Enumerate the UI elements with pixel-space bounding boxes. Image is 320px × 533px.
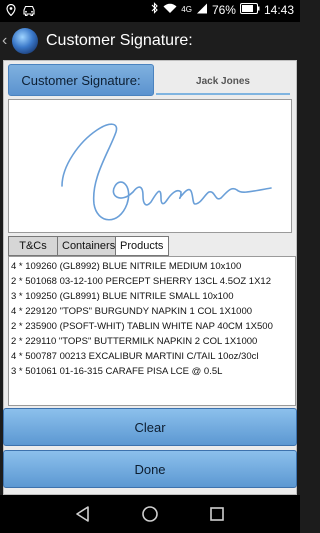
battery-icon <box>239 2 260 17</box>
network-label: 4G <box>181 4 192 14</box>
navigation-bar <box>0 495 300 533</box>
customer-signature-label-button[interactable]: Customer Signature: <box>8 64 154 96</box>
list-item[interactable]: 3 * 501061 01-16-315 CARAFE PISA LCE @ 0… <box>9 364 295 379</box>
signature-canvas[interactable] <box>8 99 292 233</box>
customer-name-input[interactable] <box>156 69 290 95</box>
back-triangle-icon[interactable] <box>74 505 92 528</box>
bluetooth-icon <box>151 2 159 17</box>
list-item[interactable]: 4 * 500787 00213 EXCALIBUR MARTINI C/TAI… <box>9 349 295 364</box>
list-item[interactable]: 2 * 235900 (PSOFT-WHIT) TABLIN WHITE NAP… <box>9 319 295 334</box>
list-item[interactable]: 4 * 109260 (GL8992) BLUE NITRILE MEDIUM … <box>9 259 295 274</box>
tab-containers[interactable]: Containers <box>57 236 116 256</box>
status-bar: 4G 76% 14:43 <box>0 0 300 22</box>
signature-stroke <box>61 123 272 221</box>
recents-square-icon[interactable] <box>208 505 226 528</box>
location-icon <box>6 3 16 21</box>
tab-products[interactable]: Products <box>115 236 169 256</box>
clock: 14:43 <box>263 2 294 17</box>
car-icon <box>22 3 36 21</box>
tab-tcs[interactable]: T&Cs <box>8 236 58 256</box>
page-title: Customer Signature: <box>46 32 193 49</box>
list-item[interactable]: 4 * 229120 "TOPS" BURGUNDY NAPKIN 1 COL … <box>9 304 295 319</box>
clear-button[interactable]: Clear <box>3 408 297 446</box>
cellular-signal-icon <box>196 3 208 17</box>
list-item[interactable]: 2 * 229110 "TOPS" BUTTERMILK NAPKIN 2 CO… <box>9 334 295 349</box>
action-bar: ‹ Customer Signature: <box>0 22 300 60</box>
back-chevron-icon[interactable]: ‹ <box>2 32 10 50</box>
list-item[interactable]: 3 * 109250 (GL8991) BLUE NITRILE SMALL 1… <box>9 289 295 304</box>
product-list[interactable]: 4 * 109260 (GL8992) BLUE NITRILE MEDIUM … <box>8 256 296 406</box>
tab-bar: T&Cs Containers Products <box>8 236 169 256</box>
battery-percent: 76% <box>211 2 236 17</box>
home-circle-icon[interactable] <box>141 505 159 528</box>
globe-app-icon[interactable] <box>12 28 38 54</box>
signature-drawing <box>61 123 272 221</box>
wifi-icon <box>163 3 177 17</box>
done-button[interactable]: Done <box>3 450 297 488</box>
list-item[interactable]: 2 * 501068 03-12-100 PERCEPT SHERRY 13CL… <box>9 274 295 289</box>
